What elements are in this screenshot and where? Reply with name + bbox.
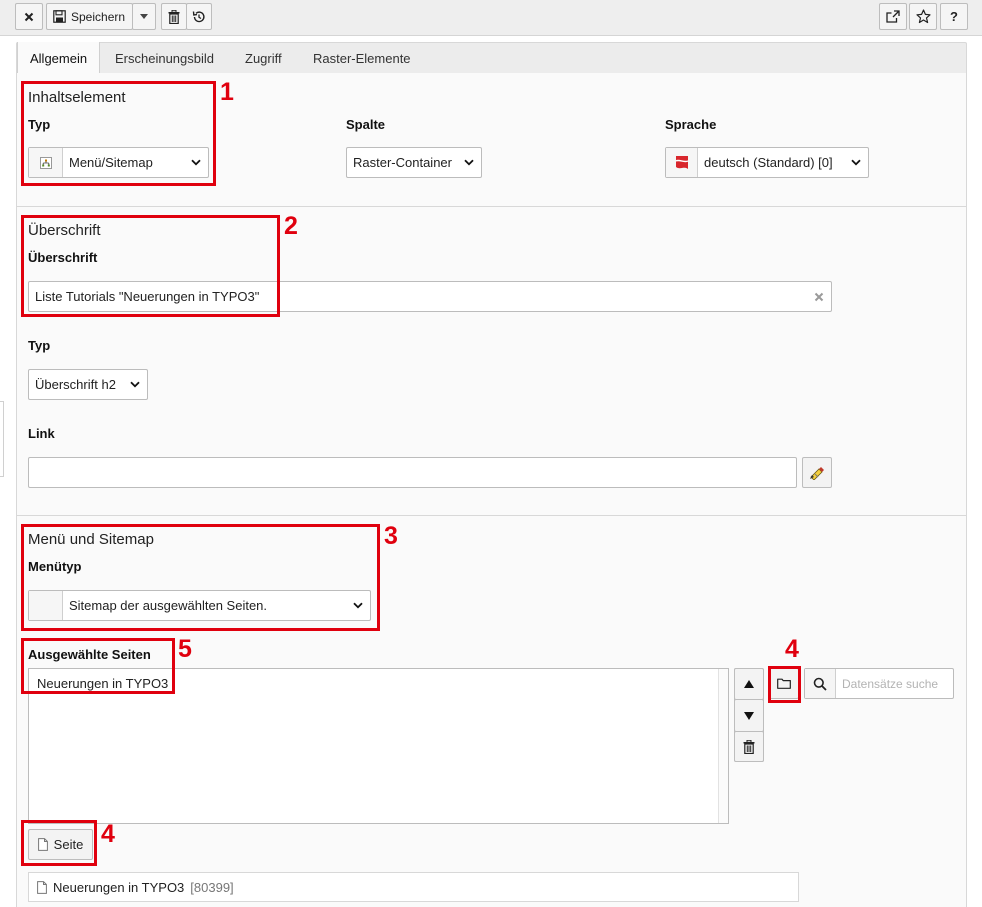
- annotation-box-3: [21, 524, 380, 631]
- annotation-number-3: 3: [384, 522, 398, 550]
- arrow-up-icon: [744, 680, 754, 688]
- language-flag-icon: [666, 148, 698, 177]
- tab-label: Raster-Elemente: [313, 51, 411, 66]
- close-icon: [24, 12, 34, 21]
- save-options-dropdown[interactable]: [132, 3, 156, 30]
- help-icon: ?: [950, 9, 958, 24]
- tab-label: Allgemein: [30, 51, 88, 66]
- tab-grid-elements[interactable]: Raster-Elemente: [301, 43, 423, 74]
- help-button[interactable]: ?: [940, 3, 968, 30]
- link-label: Link: [28, 426, 55, 441]
- search-icon[interactable]: [805, 669, 836, 698]
- page-icon: [37, 880, 47, 894]
- selected-record-row[interactable]: Neuerungen in TYPO3 [80399]: [28, 872, 799, 902]
- bookmark-button[interactable]: [909, 3, 937, 30]
- record-search[interactable]: Datensätze suche: [804, 668, 954, 699]
- caret-down-icon: [140, 14, 148, 19]
- trash-icon: [743, 739, 755, 754]
- language-label: Sprache: [665, 117, 717, 132]
- move-up-button[interactable]: [734, 668, 764, 699]
- history-icon: [192, 10, 205, 22]
- link-wizard-icon: [810, 466, 824, 480]
- record-title: Neuerungen in TYPO3: [53, 879, 185, 895]
- annotation-box-4-browse: [768, 666, 801, 703]
- tab-label: Zugriff: [245, 51, 282, 66]
- remove-item-button[interactable]: [734, 731, 764, 762]
- arrow-down-icon: [744, 711, 754, 720]
- search-input[interactable]: Datensätze suche: [836, 677, 938, 691]
- annotation-number-4-browse: 4: [785, 635, 799, 663]
- list-scrollbar[interactable]: [718, 669, 728, 823]
- chevron-down-icon: [850, 159, 868, 166]
- tab-label: Erscheinungsbild: [115, 51, 215, 66]
- move-down-button[interactable]: [734, 699, 764, 731]
- docheader-toolbar: Speichern ?: [0, 0, 982, 36]
- column-value: Raster-Container: [353, 155, 452, 170]
- link-input[interactable]: [28, 457, 797, 488]
- save-icon: [53, 10, 66, 23]
- annotation-box-4-page: [21, 820, 97, 866]
- delete-button[interactable]: [161, 3, 187, 30]
- open-new-window-button[interactable]: [879, 3, 907, 30]
- column-label: Spalte: [346, 117, 386, 132]
- section-divider: [16, 515, 967, 516]
- header-type-select[interactable]: Überschrift h2: [28, 369, 148, 400]
- chevron-down-icon: [463, 159, 481, 166]
- column-select[interactable]: Raster-Container: [346, 147, 482, 178]
- language-value: deutsch (Standard) [0]: [704, 155, 833, 170]
- annotation-box-2: [21, 215, 280, 317]
- annotation-number-1: 1: [220, 78, 234, 106]
- close-button[interactable]: [15, 3, 43, 30]
- header-type-value: Überschrift h2: [35, 377, 116, 392]
- record-uid: [80399]: [190, 879, 234, 895]
- clear-input-icon[interactable]: [814, 290, 824, 305]
- annotation-number-2: 2: [284, 212, 298, 240]
- annotation-number-4-page: 4: [101, 820, 115, 848]
- history-button[interactable]: [186, 3, 212, 30]
- link-wizard-button[interactable]: [802, 457, 832, 488]
- tab-general[interactable]: Allgemein: [17, 42, 100, 75]
- chevron-down-icon: [129, 381, 147, 388]
- save-button[interactable]: Speichern: [46, 3, 133, 30]
- sidebar-edge: [0, 401, 4, 477]
- tab-bar: Allgemein Erscheinungsbild Zugriff Raste…: [16, 42, 967, 75]
- tab-access[interactable]: Zugriff: [233, 43, 294, 74]
- external-link-icon: [886, 10, 900, 23]
- annotation-box-5: [21, 638, 175, 694]
- header-type-label: Typ: [28, 338, 51, 353]
- annotation-number-5: 5: [178, 635, 192, 663]
- tab-appearance[interactable]: Erscheinungsbild: [103, 43, 226, 74]
- annotation-box-1: [21, 81, 216, 186]
- trash-icon: [168, 9, 180, 24]
- star-icon: [915, 9, 931, 24]
- section-divider: [16, 206, 967, 207]
- save-button-label: Speichern: [71, 9, 126, 24]
- language-select[interactable]: deutsch (Standard) [0]: [665, 147, 869, 178]
